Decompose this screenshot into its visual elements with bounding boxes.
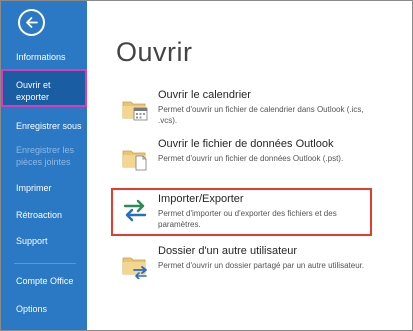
import-export-title: Importer/Exporter	[158, 193, 244, 205]
import-export-desc: Permet d'importer ou d'exporter des fich…	[158, 209, 337, 229]
sidebar-item-ouvrir-exporter[interactable]: Ouvrir et exporter	[1, 69, 87, 107]
sidebar-item-options[interactable]: Options	[1, 303, 87, 315]
other-user-folder-desc: Permet d'ouvrir un dossier partagé par u…	[158, 261, 365, 270]
sidebar-item-retroaction[interactable]: Rétroaction	[1, 209, 87, 221]
backstage-sidebar: Informations Ouvrir et exporter Enregist…	[1, 1, 87, 330]
sidebar-item-imprimer[interactable]: Imprimer	[1, 182, 87, 194]
sidebar-item-support[interactable]: Support	[1, 235, 87, 247]
back-arrow-icon	[26, 17, 38, 28]
sidebar-item-informations[interactable]: Informations	[1, 51, 87, 63]
other-user-folder-title: Dossier d'un autre utilisateur	[158, 245, 298, 257]
back-button[interactable]	[18, 9, 45, 36]
folder-shared-icon	[122, 257, 147, 279]
page-title: Ouvrir	[116, 37, 193, 67]
import-export-action[interactable]: Importer/Exporter Permet d'importer ou d…	[116, 193, 376, 233]
open-data-file-title: Ouvrir le fichier de données Outlook	[158, 138, 334, 150]
sidebar-item-enregistrer-pieces-jointes: Enregistrer les pièces jointes	[16, 145, 75, 167]
folder-calendar-icon	[122, 101, 148, 121]
open-calendar-title: Ouvrir le calendrier	[158, 89, 251, 101]
folder-data-file-icon	[122, 150, 147, 171]
import-export-arrows-icon	[123, 199, 147, 222]
open-data-file-desc: Permet d'ouvrir un fichier de données Ou…	[158, 154, 344, 163]
sidebar-item-enregistrer-sous[interactable]: Enregistrer sous	[1, 120, 87, 132]
open-data-file-action[interactable]: Ouvrir le fichier de données Outlook Per…	[116, 138, 376, 178]
sidebar-item-compte-office[interactable]: Compte Office	[1, 275, 87, 287]
other-user-folder-action[interactable]: Dossier d'un autre utilisateur Permet d'…	[116, 245, 376, 285]
open-calendar-desc: Permet d'ouvrir un fichier de calendrier…	[158, 105, 364, 125]
open-calendar-action[interactable]: Ouvrir le calendrier Permet d'ouvrir un …	[116, 89, 376, 129]
sidebar-divider	[14, 263, 76, 264]
